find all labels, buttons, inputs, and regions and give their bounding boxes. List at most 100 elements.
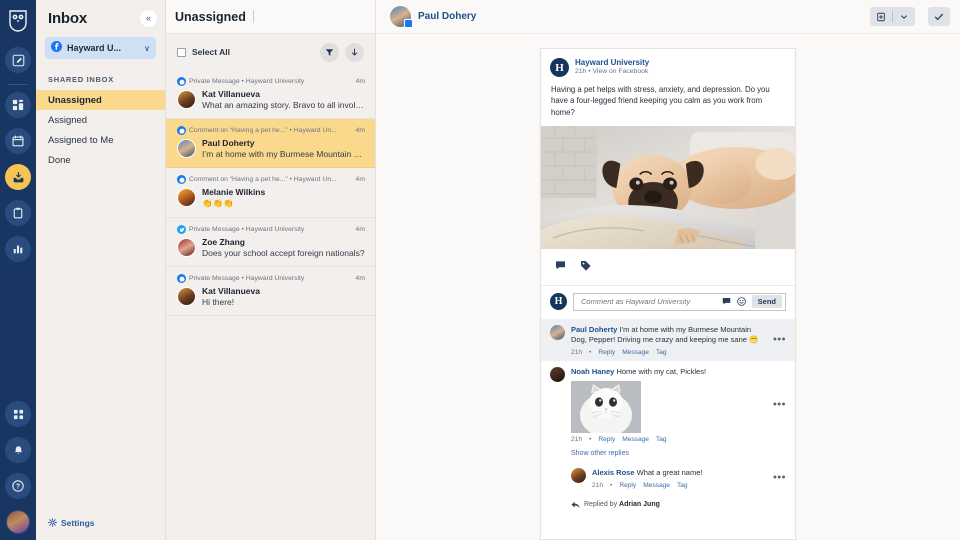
conversation-scroll-area[interactable]: H Hayward University 21h • View on Faceb… xyxy=(376,34,960,540)
message-snippet: 👏👏👏 xyxy=(202,198,365,209)
message-list-item[interactable]: Private Message • Hayward University 4m … xyxy=(166,70,375,119)
message-time: 4m xyxy=(356,275,365,282)
show-other-replies-link[interactable]: Show other replies xyxy=(541,448,795,462)
replied-by-text: Replied by Adrian Jung xyxy=(584,501,660,508)
header-divider xyxy=(253,10,254,23)
tag-icon[interactable] xyxy=(580,258,591,276)
message-meta-text: Private Message • Hayward University xyxy=(189,275,353,282)
account-name: Hayward U... xyxy=(67,43,139,53)
user-avatar[interactable] xyxy=(6,510,30,534)
message-list-item[interactable]: Comment on “Having a pet he...” • Haywar… xyxy=(166,168,375,218)
hootsuite-owl-logo[interactable] xyxy=(4,6,32,36)
reply-link[interactable]: Reply xyxy=(619,482,636,489)
pug-dog-on-couch-photo xyxy=(541,126,795,249)
comment-author[interactable]: Paul Doherty xyxy=(571,325,617,334)
rail-bottom-group: ? xyxy=(5,396,31,540)
message-link[interactable]: Message xyxy=(622,436,649,443)
comment-template-icon[interactable] xyxy=(722,297,731,306)
facebook-messenger-icon xyxy=(177,126,186,135)
message-link[interactable]: Message xyxy=(643,482,670,489)
view-on-facebook-link[interactable]: View on Facebook xyxy=(593,68,649,75)
inbox-sidebar: Inbox « Hayward U... ∨ SHARED INBOX Unas… xyxy=(36,0,166,540)
svg-text:?: ? xyxy=(16,484,20,491)
message-sender-name: Melanie Wilkins xyxy=(202,187,365,197)
reply-link[interactable]: Reply xyxy=(598,436,615,443)
message-text-block: Kat Villanueva Hi there! xyxy=(202,286,365,307)
sidebar-item-assigned-to-me[interactable]: Assigned to Me xyxy=(36,130,165,150)
chevron-down-icon[interactable]: ∨ xyxy=(144,44,150,53)
settings-label: Settings xyxy=(61,518,95,528)
tag-link[interactable]: Tag xyxy=(656,349,667,356)
collapse-sidebar-button[interactable]: « xyxy=(140,10,157,27)
chevron-down-icon[interactable] xyxy=(893,7,915,26)
comment-text: Home with my cat, Pickles! xyxy=(614,367,706,376)
assign-user-icon[interactable] xyxy=(870,7,892,26)
comment-more-options-icon[interactable]: ••• xyxy=(773,473,786,484)
message-list-header: Unassigned xyxy=(166,0,375,34)
comment-text-line: Paul Doherty I’m at home with my Burmese… xyxy=(571,325,764,346)
question-mark-icon[interactable]: ? xyxy=(5,473,31,499)
message-meta-row: Private Message • Hayward University 4m xyxy=(177,274,365,283)
inbox-icon[interactable] xyxy=(5,164,31,190)
comment-more-options-icon[interactable]: ••• xyxy=(773,399,786,410)
account-selector[interactable]: Hayward U... ∨ xyxy=(45,37,156,59)
contact-name[interactable]: Paul Dohery xyxy=(418,11,476,22)
action-separator: • xyxy=(610,482,612,489)
comment-author[interactable]: Noah Haney xyxy=(571,367,614,376)
sidebar-item-label: Assigned xyxy=(48,115,87,126)
comment-item[interactable]: Noah Haney Home with my cat, Pickles! xyxy=(541,361,795,449)
message-body: Kat Villanueva What an amazing story. Br… xyxy=(177,89,365,110)
message-sender-name: Kat Villanueva xyxy=(202,89,365,99)
message-list-item[interactable]: Private Message • Hayward University 4m … xyxy=(166,267,375,316)
grid-dashboard-icon[interactable] xyxy=(5,92,31,118)
comment-more-options-icon[interactable]: ••• xyxy=(773,334,786,345)
settings-link[interactable]: Settings xyxy=(36,514,165,540)
reply-link[interactable]: Reply xyxy=(598,349,615,356)
comment-author[interactable]: Alexis Rose xyxy=(592,468,635,477)
sidebar-header: Inbox « xyxy=(36,0,165,33)
white-cat-photo[interactable] xyxy=(571,381,641,433)
filter-funnel-icon[interactable] xyxy=(320,43,339,62)
sidebar-item-assigned[interactable]: Assigned xyxy=(36,110,165,130)
message-meta-row: Private Message • Hayward University 4m xyxy=(177,77,365,86)
comment-input-wrapper[interactable]: Send xyxy=(573,293,786,311)
compose-icon[interactable] xyxy=(5,47,31,73)
bell-icon[interactable] xyxy=(5,437,31,463)
sidebar-item-label: Done xyxy=(48,155,71,166)
tag-link[interactable]: Tag xyxy=(677,482,688,489)
avatar xyxy=(177,90,196,109)
mark-done-button[interactable] xyxy=(928,7,950,26)
post-page-name[interactable]: Hayward University xyxy=(575,58,649,67)
message-list-item[interactable]: Comment on “Having a pet he...” • Haywar… xyxy=(166,119,375,168)
select-all-checkbox[interactable] xyxy=(177,48,186,57)
comment-icon[interactable] xyxy=(555,258,566,276)
bar-chart-icon[interactable] xyxy=(5,236,31,262)
sidebar-item-unassigned[interactable]: Unassigned xyxy=(36,90,165,110)
replied-by-prefix: Replied by xyxy=(584,501,619,508)
composer-page-avatar: H xyxy=(550,293,567,310)
comment-input[interactable] xyxy=(581,297,716,306)
post-submeta: 21h • View on Facebook xyxy=(575,68,649,75)
sort-down-arrow-icon[interactable] xyxy=(345,43,364,62)
inbox-app: ? Inbox « Hayward U... ∨ SHARED INBOX Un… xyxy=(0,0,960,540)
rail-divider xyxy=(8,84,28,85)
comment-item[interactable]: Paul Doherty I’m at home with my Burmese… xyxy=(541,319,795,361)
apps-grid-icon[interactable] xyxy=(5,401,31,427)
send-button[interactable]: Send xyxy=(752,295,782,308)
sidebar-item-done[interactable]: Done xyxy=(36,150,165,170)
message-link[interactable]: Message xyxy=(622,349,649,356)
gear-icon xyxy=(48,514,57,532)
calendar-icon[interactable] xyxy=(5,128,31,154)
reply-comment-item[interactable]: Alexis Rose What a great name! 21h • Rep… xyxy=(541,462,795,494)
emoji-icon[interactable] xyxy=(737,297,746,306)
tag-link[interactable]: Tag xyxy=(656,436,667,443)
message-snippet: Does your school accept foreign national… xyxy=(202,248,365,258)
sidebar-section-label: SHARED INBOX xyxy=(36,59,165,90)
message-list-item[interactable]: Private Message • Hayward University 4m … xyxy=(166,218,375,267)
message-sender-name: Kat Villanueva xyxy=(202,286,365,296)
sidebar-item-label: Unassigned xyxy=(48,95,102,106)
clipboard-icon[interactable] xyxy=(5,200,31,226)
message-list[interactable]: Private Message • Hayward University 4m … xyxy=(166,70,375,540)
left-nav-rail: ? xyxy=(0,0,36,540)
replied-by-name: Adrian Jung xyxy=(619,501,660,508)
